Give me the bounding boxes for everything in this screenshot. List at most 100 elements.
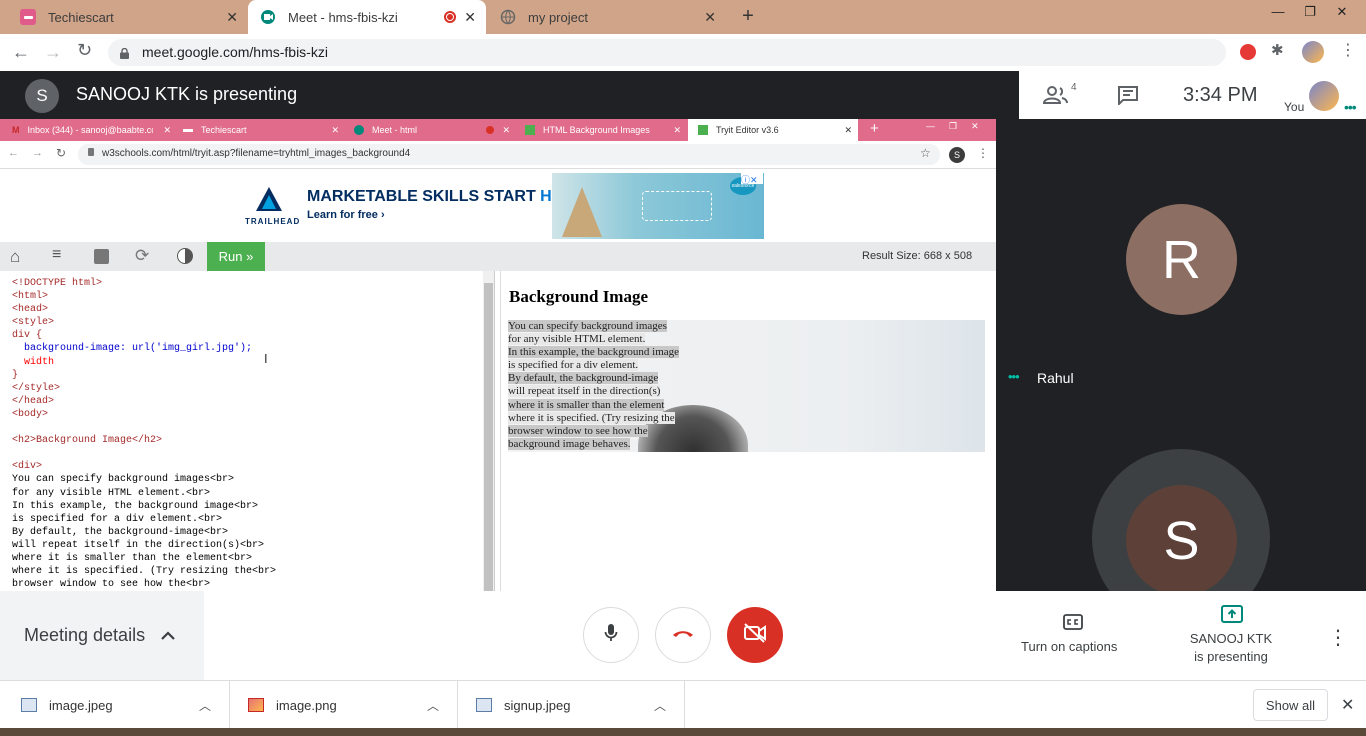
reload-icon[interactable]: ↻ xyxy=(77,40,92,61)
ad-headline-main: MARKETABLE SKILLS START xyxy=(307,188,541,205)
code-line: where it is smaller than the element<br> xyxy=(12,552,253,564)
ad-sub: Learn for free › xyxy=(307,209,385,221)
clock-time: 3:34 PM xyxy=(1183,84,1258,106)
editor-scrollbar xyxy=(483,271,494,591)
presenting-text: SANOOJ KTK is presenting xyxy=(76,84,298,104)
result-line: background image behaves. xyxy=(508,437,631,450)
recording-icon xyxy=(486,126,494,134)
tab-techiescart[interactable]: Techiescart ✕ xyxy=(8,0,248,34)
close-tab-icon[interactable]: ✕ xyxy=(226,9,238,26)
download-item[interactable]: image.png ︿ xyxy=(230,681,458,729)
browser-tab-strip: Techiescart ✕ Meet - hms-fbis-kzi ✕ my p… xyxy=(0,0,1366,34)
presenting-now-button[interactable]: SANOOJ KTK is presenting xyxy=(1168,605,1294,667)
captions-icon xyxy=(1063,614,1083,635)
techiescart-favicon-icon xyxy=(183,128,193,132)
editor-scroll-thumb xyxy=(484,283,493,591)
participant-count: 4 xyxy=(1071,82,1077,93)
restore-icon[interactable]: ❐ xyxy=(1294,4,1326,20)
tab-title: Tryit Editor v3.6 xyxy=(716,125,779,135)
forward-arrow-icon[interactable]: → xyxy=(44,42,62,63)
close-tab-icon[interactable]: ✕ xyxy=(464,9,476,26)
show-all-button[interactable]: Show all xyxy=(1253,689,1328,721)
tab-title: Meet - html xyxy=(372,125,418,135)
new-tab-button[interactable]: + xyxy=(738,6,758,26)
inner-new-tab-icon: + xyxy=(870,120,879,137)
code-line: } xyxy=(12,369,19,381)
presented-screen: M Inbox (344) - sanooj@baabte.co ✕ Techi… xyxy=(0,119,996,591)
tab-title: Techiescart xyxy=(201,125,247,135)
download-item[interactable]: image.jpeg ︿ xyxy=(0,681,230,729)
result-line: for any visible HTML element. xyxy=(508,333,646,346)
result-text: You can specify background images for an… xyxy=(508,320,680,451)
captions-label: Turn on captions xyxy=(1021,639,1118,654)
more-options-icon[interactable]: ⋮ xyxy=(1328,625,1348,650)
result-line: browser window to see how the xyxy=(508,424,648,437)
close-tab-icon[interactable]: ✕ xyxy=(704,9,716,26)
close-tab-icon: ✕ xyxy=(502,124,510,135)
participant-avatar: R xyxy=(1126,204,1237,315)
ad-banner: TRAILHEAD MARKETABLE SKILLS START HERE. … xyxy=(240,173,764,239)
download-filename: image.jpeg xyxy=(49,697,113,713)
profile-avatar[interactable] xyxy=(1302,41,1324,63)
ad-close-icon: ⓘ✕ xyxy=(741,173,763,185)
techiescart-favicon-icon xyxy=(20,9,36,25)
inner-menu-icon: ⋮ xyxy=(977,146,989,160)
w3schools-favicon-icon xyxy=(525,125,535,135)
camera-off-button[interactable] xyxy=(727,607,783,663)
tab-my-project[interactable]: my project ✕ xyxy=(488,0,726,34)
download-filename: signup.jpeg xyxy=(504,697,571,713)
people-button[interactable]: 4 xyxy=(1042,82,1077,111)
inner-profile-avatar: S xyxy=(949,147,965,163)
inner-tab-html-bg: HTML Background Images ✕ xyxy=(525,119,685,141)
download-item[interactable]: signup.jpeg ︿ xyxy=(458,681,685,729)
inner-tab-strip: M Inbox (344) - sanooj@baabte.co ✕ Techi… xyxy=(0,119,996,141)
inner-window-controls: —❐✕ xyxy=(926,121,993,131)
close-window-icon[interactable]: ✕ xyxy=(1326,4,1358,20)
close-tab-icon: ✕ xyxy=(844,124,852,135)
chevron-up-icon xyxy=(160,627,176,645)
close-downloads-icon[interactable]: ✕ xyxy=(1341,695,1354,715)
tab-meet[interactable]: Meet - hms-fbis-kzi ✕ xyxy=(248,0,486,34)
code-line: div { xyxy=(12,330,43,342)
meet-bottom-bar: Meeting details Turn on captions SANOOJ … xyxy=(0,591,1366,680)
downloads-bar: image.jpeg ︿ image.png ︿ signup.jpeg ︿ S… xyxy=(0,680,1366,729)
puzzle-extensions-icon[interactable]: ✱ xyxy=(1271,41,1284,59)
code-text: <!DOCTYPE html> <html> <head> <style> div { … xyxy=(12,277,276,591)
trailhead-logo-icon xyxy=(254,185,284,213)
code-line: where it is specified. (Try resizing the… xyxy=(12,566,277,578)
meeting-details-button[interactable]: Meeting details xyxy=(0,591,204,680)
more-options-dots-icon[interactable]: ••• xyxy=(1008,369,1020,384)
inner-lock-icon xyxy=(88,148,94,156)
inner-reload-icon: ↻ xyxy=(56,146,67,160)
result-line: where it is specified. (Try resizing the xyxy=(508,411,675,424)
leave-call-button[interactable] xyxy=(655,607,711,663)
chevron-up-icon[interactable]: ︿ xyxy=(199,697,211,714)
extension-red-icon[interactable] xyxy=(1240,44,1256,60)
captions-button[interactable]: Turn on captions xyxy=(1010,613,1136,661)
tab-title: Inbox (344) - sanooj@baabte.co xyxy=(27,125,153,135)
lock-icon xyxy=(120,46,129,59)
result-line: In this example, the background image xyxy=(508,346,680,359)
url-bar[interactable]: meet.google.com/hms-fbis-kzi xyxy=(108,39,1226,66)
chat-icon[interactable] xyxy=(1117,85,1139,110)
tab-title: Techiescart xyxy=(48,9,114,25)
code-line: <div> xyxy=(12,461,43,473)
chevron-up-icon[interactable]: ︿ xyxy=(427,697,439,714)
microphone-button[interactable] xyxy=(583,607,639,663)
self-more-dots-icon[interactable]: ••• xyxy=(1344,99,1357,115)
save-icon xyxy=(94,249,109,264)
menu-kebab-icon[interactable]: ⋮ xyxy=(1340,40,1356,60)
presenting-line1: SANOOJ KTK xyxy=(1189,631,1273,646)
code-line: background-image: url('img_girl.jpg'); xyxy=(12,343,253,355)
chevron-up-icon[interactable]: ︿ xyxy=(654,697,666,714)
code-line: <h2>Background Image</h2> xyxy=(12,435,163,447)
os-taskbar xyxy=(0,728,1366,736)
code-line: <body> xyxy=(12,408,49,420)
result-line: will repeat itself in the direction(s) xyxy=(508,385,661,398)
code-line: for any visible HTML element.<br> xyxy=(12,487,211,499)
back-arrow-icon[interactable]: ← xyxy=(12,42,30,63)
theme-toggle-icon xyxy=(177,248,193,264)
minimize-icon[interactable]: — xyxy=(1262,4,1294,19)
ad-mountain-shape xyxy=(562,187,602,237)
